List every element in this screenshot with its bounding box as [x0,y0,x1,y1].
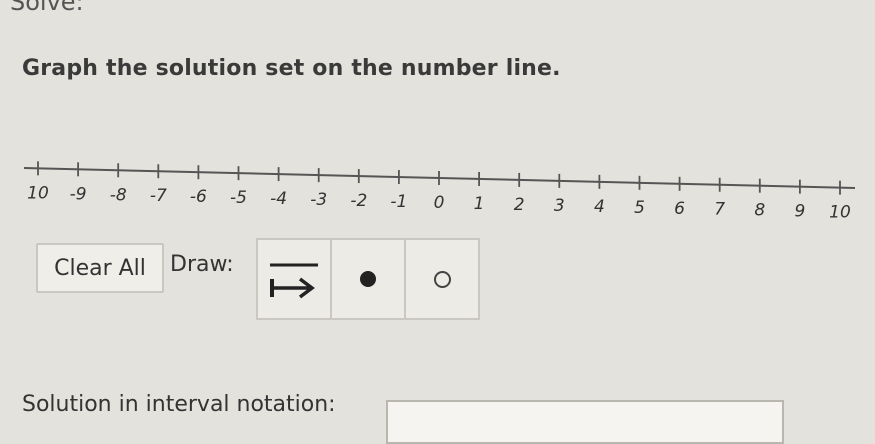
number-line-label: 10 [829,203,851,223]
number-line-label: -7 [150,186,167,206]
number-line-label: 8 [754,201,765,221]
number-line-label: -8 [110,185,127,205]
problem-heading-cut: Solve: [10,0,84,16]
instruction-text: Graph the solution set on the number lin… [22,56,561,81]
number-line-label: 7 [714,200,725,220]
number-line-label: 6 [674,199,685,219]
number-line-label: 5 [634,198,645,218]
open-dot-tool-button[interactable] [404,238,480,320]
solution-input[interactable] [386,400,784,444]
number-line-label: -5 [230,188,247,208]
open-dot-icon [433,270,451,288]
number-line-label: 3 [554,196,565,216]
number-line-label: -9 [70,184,87,204]
draw-label: Draw: [170,252,234,277]
number-line-label: -2 [350,191,367,211]
number-line-label: 9 [794,202,805,222]
number-line-label: -3 [310,190,327,210]
number-line-label: 1 [474,194,485,214]
number-line-label: 2 [514,195,525,215]
clear-all-button[interactable]: Clear All [36,243,164,293]
solution-label: Solution in interval notation: [22,392,336,417]
closed-dot-icon [360,271,376,287]
number-line-label: 10 [27,183,49,203]
number-line-label: 4 [594,197,605,217]
ray-tool-icon [270,263,318,299]
ray-tool-button[interactable] [256,238,332,320]
number-line-label: -6 [190,187,207,207]
number-line-label: 0 [434,193,445,213]
number-line-label: -4 [270,189,287,209]
number-line-label: -1 [390,192,407,212]
closed-dot-tool-button[interactable] [330,238,406,320]
number-line[interactable]: 10 -9 -8 -7 -6 -5 -4 -3 -2 -1 0 1 2 3 4 5 6 7 8 9 10 [0,150,875,230]
